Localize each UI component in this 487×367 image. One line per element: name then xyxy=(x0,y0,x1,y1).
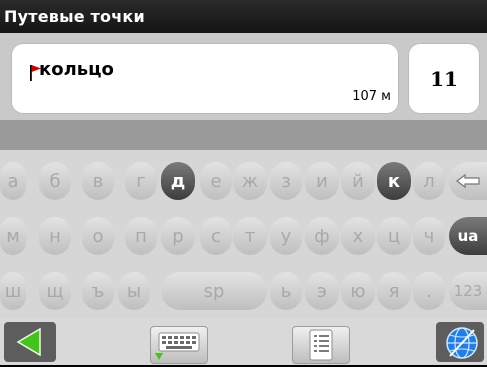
keyboard-icon xyxy=(155,332,200,360)
waypoint-count-box[interactable]: 11 xyxy=(408,43,480,114)
key-v[interactable]: в xyxy=(82,162,114,200)
key-y[interactable]: й xyxy=(341,162,375,200)
key-r[interactable]: р xyxy=(161,217,195,255)
key-hard-sign[interactable]: ъ xyxy=(82,272,114,310)
key-e-rev[interactable]: э xyxy=(305,272,339,310)
key-f[interactable]: ф xyxy=(305,217,339,255)
waypoint-panel: кольцо 107 м 11 xyxy=(0,33,487,120)
key-b[interactable]: б xyxy=(39,162,71,200)
back-arrow-icon xyxy=(16,327,41,357)
key-ts[interactable]: ц xyxy=(377,217,411,255)
key-ch[interactable]: ч xyxy=(413,217,445,255)
key-period[interactable]: . xyxy=(413,272,445,310)
list-icon xyxy=(309,329,333,361)
key-kh[interactable]: х xyxy=(341,217,375,255)
key-i[interactable]: и xyxy=(305,162,339,200)
backspace-key[interactable] xyxy=(449,162,487,200)
onscreen-keyboard: а б в г д е ж з и й к л м н о п р с т у … xyxy=(0,150,487,318)
back-button[interactable] xyxy=(4,322,56,362)
bottom-toolbar xyxy=(0,318,487,365)
key-yu[interactable]: ю xyxy=(341,272,375,310)
keyboard-toggle-button[interactable] xyxy=(150,326,208,364)
page-title: Путевые точки xyxy=(4,7,145,26)
key-soft-sign[interactable]: ь xyxy=(270,272,302,310)
numbers-key[interactable]: 123 xyxy=(449,272,487,310)
key-ya[interactable]: я xyxy=(377,272,411,310)
key-p[interactable]: п xyxy=(125,217,157,255)
key-e[interactable]: е xyxy=(200,162,232,200)
key-u[interactable]: у xyxy=(270,217,302,255)
title-bar: Путевые точки xyxy=(0,0,487,33)
key-n[interactable]: н xyxy=(39,217,71,255)
key-k[interactable]: к xyxy=(377,162,411,200)
globe-button[interactable] xyxy=(436,322,484,362)
key-o[interactable]: о xyxy=(82,217,114,255)
key-d[interactable]: д xyxy=(161,162,195,200)
key-zh[interactable]: ж xyxy=(233,162,267,200)
key-g[interactable]: г xyxy=(125,162,157,200)
key-a[interactable]: а xyxy=(0,162,26,200)
key-shch[interactable]: щ xyxy=(39,272,71,310)
input-strip xyxy=(0,120,487,150)
language-key[interactable]: ua xyxy=(449,217,487,255)
key-t[interactable]: т xyxy=(233,217,267,255)
list-button[interactable] xyxy=(292,326,350,364)
key-m[interactable]: м xyxy=(0,217,26,255)
waypoint-card[interactable]: кольцо 107 м xyxy=(11,43,399,114)
key-s[interactable]: с xyxy=(200,217,232,255)
key-sh[interactable]: ш xyxy=(0,272,26,310)
waypoint-count: 11 xyxy=(430,66,458,91)
key-yery[interactable]: ы xyxy=(118,272,150,310)
space-key[interactable]: sp xyxy=(161,272,267,310)
backspace-icon xyxy=(456,173,480,189)
globe-icon xyxy=(446,327,478,359)
waypoint-distance: 107 м xyxy=(352,89,391,104)
waypoint-name: кольцо xyxy=(39,59,114,80)
key-l[interactable]: л xyxy=(413,162,445,200)
key-z[interactable]: з xyxy=(270,162,302,200)
app-window: Путевые точки кольцо 107 м 11 а б в г д … xyxy=(0,0,487,365)
